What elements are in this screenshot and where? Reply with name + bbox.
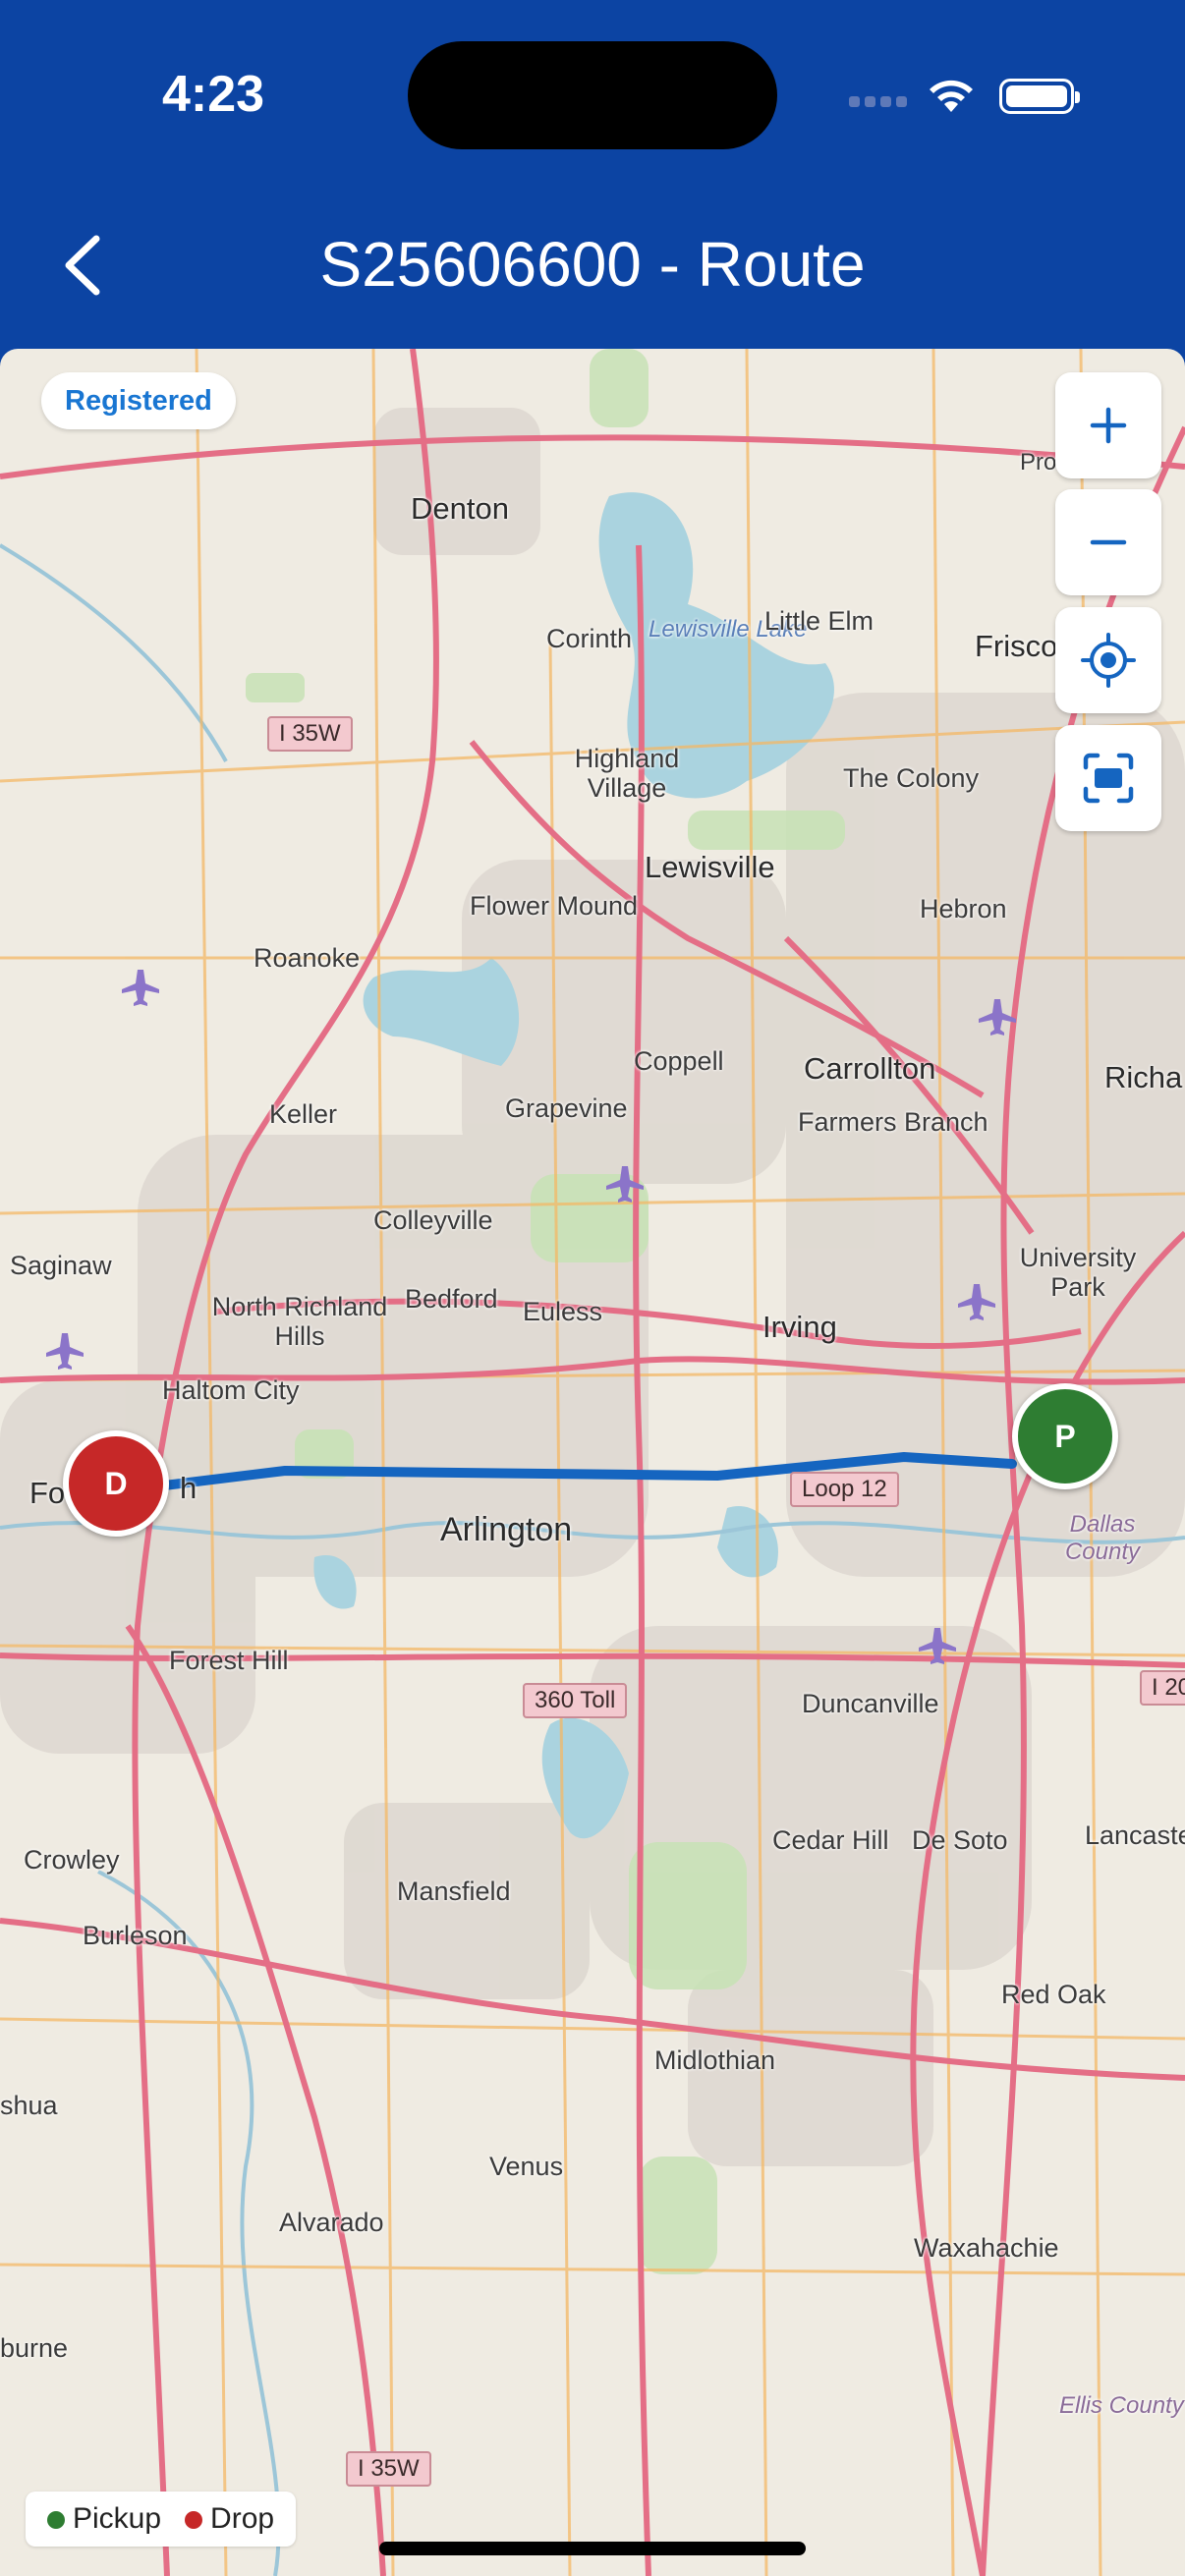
shield-loop12: Loop 12 <box>790 1472 899 1507</box>
shield-i35w-north: I 35W <box>267 716 353 752</box>
label-flower-mound: Flower Mound <box>470 891 639 921</box>
map-legend: Pickup Drop <box>26 2492 297 2547</box>
battery-icon <box>999 79 1080 114</box>
dynamic-island <box>408 41 777 149</box>
label-arlington: Arlington <box>440 1511 573 1548</box>
label-forest-hill: Forest Hill <box>169 1646 289 1675</box>
label-north-richland-hills: North Richland Hills <box>211 1292 388 1351</box>
label-red-oak: Red Oak <box>1001 1980 1106 2009</box>
label-frisco: Frisco <box>975 629 1058 663</box>
label-lancaster: Lancaste <box>1085 1820 1185 1850</box>
page-title: S25606600 - Route <box>319 229 866 300</box>
pickup-marker[interactable]: P <box>1012 1383 1118 1489</box>
wifi-icon <box>930 80 973 112</box>
label-burleson: Burleson <box>83 1921 188 1950</box>
label-hebron: Hebron <box>920 894 1007 924</box>
label-mansfield: Mansfield <box>397 1876 511 1906</box>
zoom-out-button[interactable] <box>1055 489 1161 595</box>
label-bedford: Bedford <box>405 1284 498 1314</box>
label-haltom-city: Haltom City <box>162 1375 300 1405</box>
status-bar: 4:23 <box>0 0 1185 187</box>
label-the-colony: The Colony <box>843 763 980 793</box>
label-carrollton: Carrollton <box>804 1051 936 1086</box>
label-lewisville-lake: Lewisville Lake <box>649 616 808 643</box>
fit-bounds-button[interactable] <box>1055 725 1161 831</box>
label-little-elm: Little Elm <box>764 606 875 636</box>
route-map[interactable]: Denton Corinth Lewisville Lake Little El… <box>0 349 1185 2576</box>
label-midlothian: Midlothian <box>654 2045 776 2075</box>
legend-drop: Drop <box>185 2502 274 2536</box>
label-roanoke: Roanoke <box>254 943 361 973</box>
label-alvarado: Alvarado <box>279 2208 384 2237</box>
label-cleburne: burne <box>0 2333 69 2363</box>
label-saginaw: Saginaw <box>10 1251 112 1280</box>
shield-360-toll: 360 Toll <box>523 1683 628 1718</box>
home-indicator[interactable] <box>379 2542 806 2555</box>
label-joshua: shua <box>0 2091 58 2120</box>
label-grapevine: Grapevine <box>505 1093 628 1123</box>
crosshair-icon <box>1081 633 1136 688</box>
plus-icon <box>1090 407 1127 444</box>
label-irving: Irving <box>762 1310 837 1344</box>
drop-dot-icon <box>185 2511 203 2530</box>
label-crowley: Crowley <box>24 1845 120 1875</box>
label-de-soto: De Soto <box>912 1825 1008 1855</box>
label-dallas-county: Dallas County <box>1064 1511 1141 1565</box>
label-duncanville: Duncanville <box>802 1689 939 1718</box>
status-chip: Registered <box>41 372 236 429</box>
drop-marker[interactable]: D <box>63 1430 169 1537</box>
minus-icon <box>1090 539 1127 545</box>
label-coppell: Coppell <box>634 1046 724 1076</box>
label-cedar-hill: Cedar Hill <box>772 1825 889 1855</box>
label-euless: Euless <box>523 1297 603 1326</box>
status-time: 4:23 <box>162 66 265 123</box>
fit-screen-icon <box>1083 753 1134 804</box>
label-colleyville: Colleyville <box>373 1205 493 1235</box>
label-university-park: University Park <box>1019 1243 1137 1302</box>
shield-i35w-south: I 35W <box>346 2451 431 2487</box>
label-lewisville: Lewisville <box>645 850 775 884</box>
cellular-signal-icon <box>849 96 907 110</box>
label-fort-worth: Fo <box>29 1476 66 1510</box>
label-corinth: Corinth <box>546 624 633 653</box>
label-venus: Venus <box>489 2152 564 2181</box>
label-richardson: Richa <box>1104 1060 1183 1094</box>
label-fort-worth-tail: h <box>180 1471 198 1505</box>
my-location-button[interactable] <box>1055 607 1161 713</box>
zoom-in-button[interactable] <box>1055 372 1161 478</box>
label-highland-village: Highland Village <box>574 744 680 803</box>
label-waxahachie: Waxahachie <box>914 2233 1059 2263</box>
pickup-dot-icon <box>47 2511 65 2530</box>
label-farmers-branch: Farmers Branch <box>798 1107 988 1137</box>
label-ellis-county: Ellis County <box>1059 2392 1184 2419</box>
label-keller: Keller <box>269 1099 338 1129</box>
legend-pickup: Pickup <box>47 2502 161 2536</box>
shield-i20: I 20 <box>1140 1670 1185 1706</box>
label-denton: Denton <box>411 491 509 526</box>
